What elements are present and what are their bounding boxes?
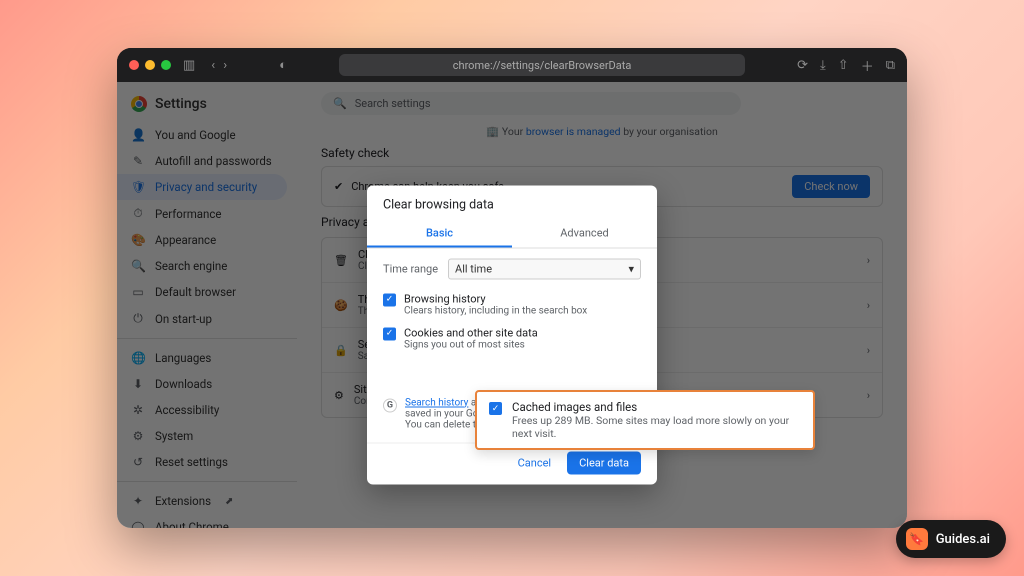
bookmark-icon: 🔖 (906, 528, 928, 550)
nav-back-icon[interactable]: ‹ (211, 58, 215, 73)
clear-data-button[interactable]: Clear data (567, 451, 641, 474)
address-bar[interactable]: chrome://settings/clearBrowserData (339, 54, 745, 76)
dialog-tabs: Basic Advanced (367, 220, 657, 248)
tab-basic[interactable]: Basic (367, 220, 512, 247)
time-range-row: Time range All time ▾ (383, 258, 641, 279)
time-range-label: Time range (383, 262, 438, 275)
download-icon[interactable]: ⤓ (820, 58, 826, 73)
checkbox-checked-icon[interactable]: ✓ (383, 293, 396, 306)
guides-label: Guides.ai (936, 532, 990, 547)
tab-advanced[interactable]: Advanced (512, 220, 657, 247)
nav-forward-icon[interactable]: › (223, 58, 227, 73)
browser-window: ▥ ‹ › ◐ chrome://settings/clearBrowserDa… (117, 48, 907, 528)
cancel-button[interactable]: Cancel (510, 451, 559, 474)
new-tab-icon[interactable]: ＋ (861, 56, 874, 75)
option-cached-files-highlight[interactable]: ✓ Cached images and files Frees up 289 M… (475, 390, 815, 450)
guides-badge[interactable]: 🔖 Guides.ai (896, 520, 1006, 558)
url-text: chrome://settings/clearBrowserData (453, 59, 632, 72)
reload-icon[interactable]: ⟳ (797, 58, 808, 73)
shield-icon[interactable]: ◐ (279, 57, 287, 73)
cached-files-subtitle: Frees up 289 MB. Some sites may load mor… (512, 414, 801, 440)
checkbox-checked-icon[interactable]: ✓ (383, 327, 396, 340)
traffic-lights (129, 60, 171, 70)
option-cookies[interactable]: ✓ Cookies and other site dataSigns you o… (383, 321, 641, 355)
content-area: Settings 👤You and Google ✎Autofill and p… (117, 82, 907, 528)
share-icon[interactable]: ⇧ (838, 58, 849, 73)
window-toolbar: ▥ ‹ › ◐ chrome://settings/clearBrowserDa… (117, 48, 907, 82)
maximize-window-icon[interactable] (161, 60, 171, 70)
search-history-link[interactable]: Search history (405, 397, 468, 408)
sidebar-toggle-icon[interactable]: ▥ (183, 58, 195, 73)
time-range-select[interactable]: All time ▾ (448, 258, 641, 279)
option-browsing-history[interactable]: ✓ Browsing historyClears history, includ… (383, 287, 641, 321)
google-icon: G (383, 398, 397, 412)
dialog-title: Clear browsing data (367, 197, 657, 220)
tabs-icon[interactable]: ⧉ (886, 58, 895, 73)
minimize-window-icon[interactable] (145, 60, 155, 70)
checkbox-checked-icon[interactable]: ✓ (489, 402, 502, 415)
close-window-icon[interactable] (129, 60, 139, 70)
cached-files-title: Cached images and files (512, 400, 801, 414)
chevron-down-icon: ▾ (628, 262, 634, 275)
